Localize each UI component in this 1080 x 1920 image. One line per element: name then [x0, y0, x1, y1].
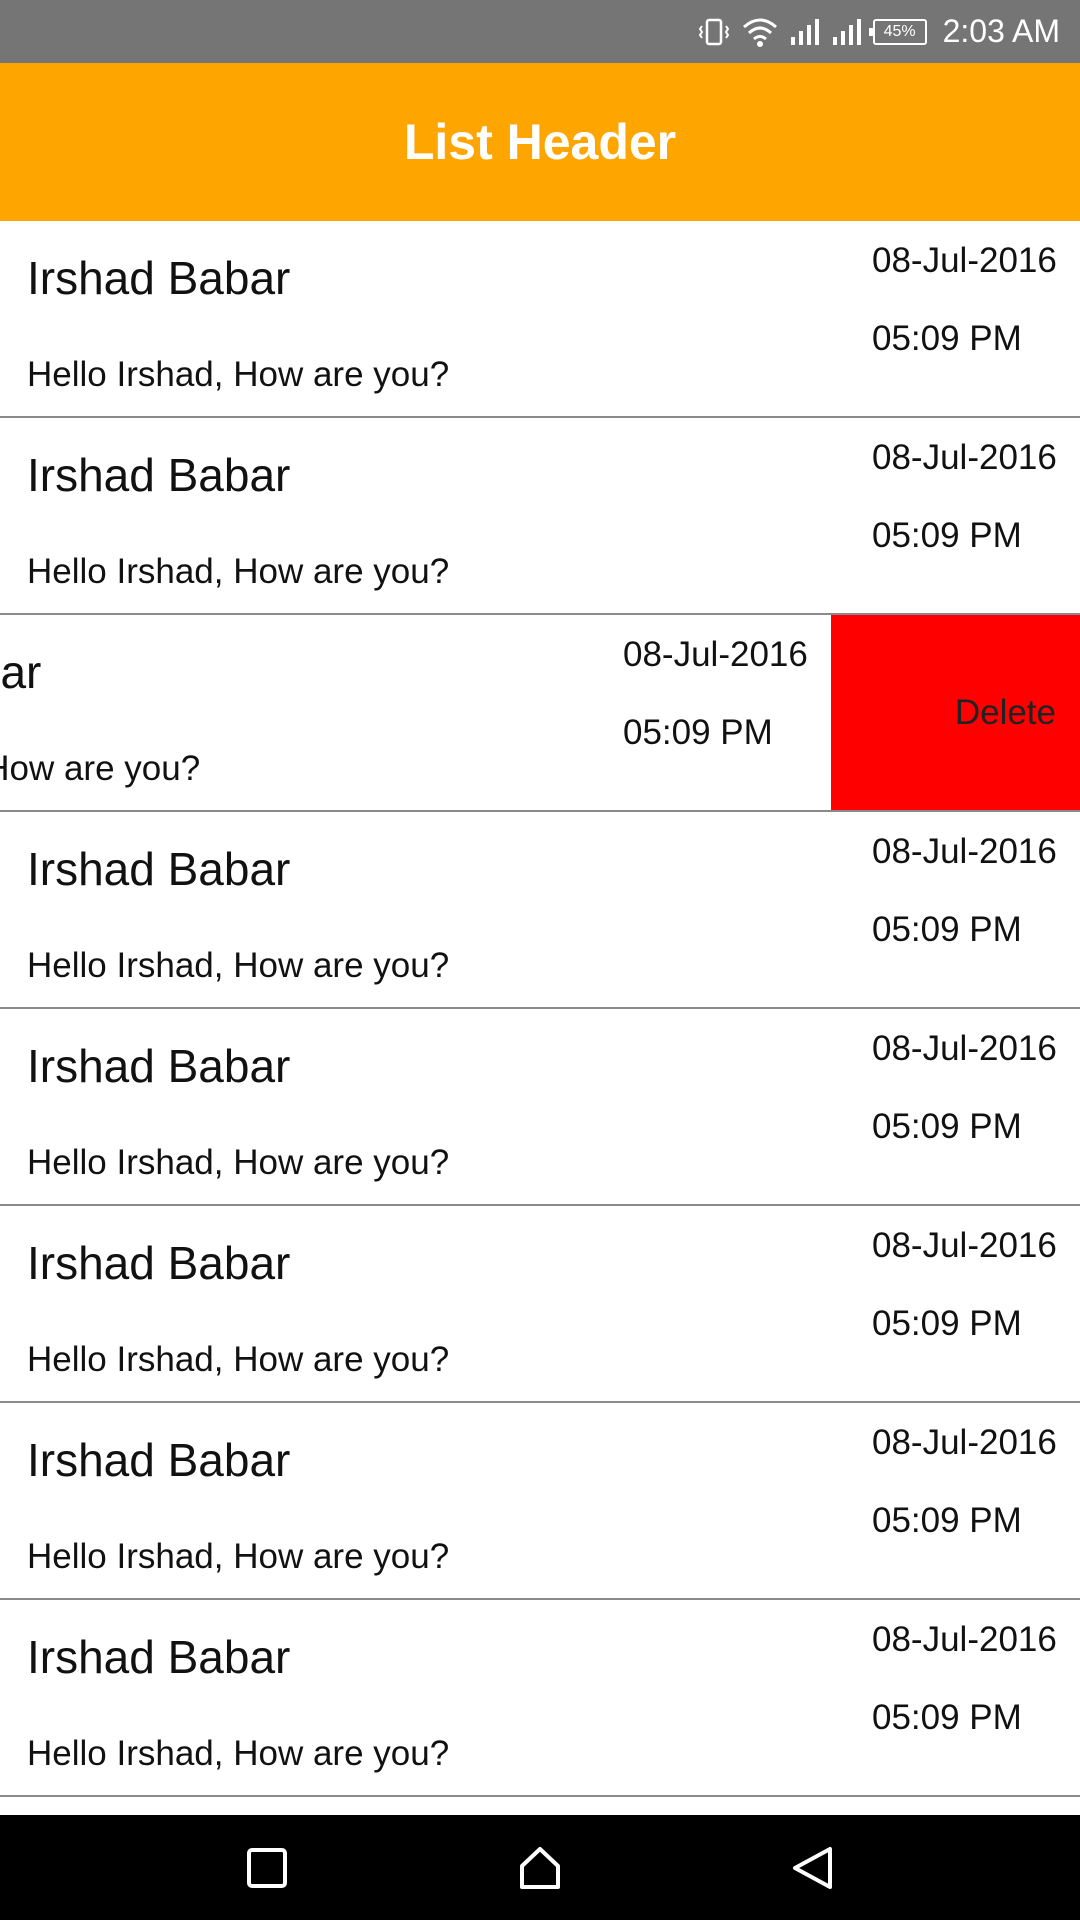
contact-name: Irshad Babar — [27, 1040, 291, 1092]
row-content[interactable]: Irshad Babar Hello Irshad, How are you? … — [0, 221, 1080, 416]
message-time: 05:09 PM — [623, 713, 773, 752]
message-time: 05:09 PM — [872, 910, 1022, 949]
status-bar: 45% 2:03 AM — [0, 0, 1080, 63]
battery-level: 45% — [883, 22, 916, 40]
message-date: 08-Jul-2016 — [872, 1620, 1057, 1659]
row-content[interactable]: Irshad Babar Hello Irshad, How are you? … — [0, 1206, 1080, 1401]
message-preview: Hello Irshad, How are you? — [27, 552, 450, 591]
list-item[interactable]: Irshad Babar Hello Irshad, How are you? … — [0, 221, 1080, 418]
contact-name: Irshad Babar — [27, 1237, 291, 1289]
contact-name: Irshad Babar — [27, 1631, 291, 1683]
signal-icon — [789, 17, 821, 47]
contact-name: Irshad Babar — [0, 646, 42, 698]
message-date: 08-Jul-2016 — [872, 1029, 1057, 1068]
message-date: 08-Jul-2016 — [623, 635, 808, 674]
list-item[interactable]: Irshad Babar Hello Irshad, How are you? … — [0, 1009, 1080, 1206]
status-time: 2:03 AM — [942, 13, 1060, 49]
message-preview: Hello Irshad, How are you? — [27, 355, 450, 394]
list-item[interactable]: Irshad Babar Hello Irshad, How are you? … — [0, 1206, 1080, 1403]
row-content[interactable]: Irshad Babar Hello Irshad, How are you? … — [0, 1009, 1080, 1204]
delete-button[interactable]: Delete — [831, 615, 1080, 810]
message-date: 08-Jul-2016 — [872, 832, 1057, 871]
wifi-icon — [741, 15, 779, 49]
list-item[interactable]: Irshad Babar Hello Irshad, How are you? … — [0, 1600, 1080, 1797]
message-time: 05:09 PM — [872, 319, 1022, 358]
vibrate-icon — [697, 15, 731, 49]
row-content[interactable]: Irshad Babar Hello Irshad, How are you? … — [0, 1403, 1080, 1598]
message-time: 05:09 PM — [872, 1698, 1022, 1737]
message-preview: Hello Irshad, How are you? — [27, 1340, 450, 1379]
back-icon[interactable] — [773, 1828, 853, 1908]
recents-icon[interactable] — [227, 1828, 307, 1908]
message-preview: Hello Irshad, How are you? — [27, 1143, 450, 1182]
row-content[interactable]: Irshad Babar Hello Irshad, How are you? … — [0, 812, 1080, 1007]
row-content[interactable]: Irshad Babar Hello Irshad, How are you? … — [0, 418, 1080, 613]
message-preview: Hello Irshad, How are you? — [27, 1734, 450, 1773]
message-date: 08-Jul-2016 — [872, 241, 1057, 280]
contact-name: Irshad Babar — [27, 1434, 291, 1486]
message-date: 08-Jul-2016 — [872, 1423, 1057, 1462]
row-content[interactable]: Irshad Babar Hello Irshad, How are you? … — [0, 1600, 1080, 1795]
message-preview: Hello Irshad, How are you? — [0, 749, 201, 788]
contact-name: Irshad Babar — [27, 449, 291, 501]
list-item[interactable]: Irshad Babar Hello Irshad, How are you? … — [0, 812, 1080, 1009]
list-item[interactable]: Irshad Babar Hello Irshad, How are you? … — [0, 1403, 1080, 1600]
message-preview: Hello Irshad, How are you? — [27, 946, 450, 985]
message-date: 08-Jul-2016 — [872, 1226, 1057, 1265]
signal-icon — [831, 17, 863, 47]
message-time: 05:09 PM — [872, 516, 1022, 555]
page-title: List Header — [403, 114, 677, 170]
delete-button-label: Delete — [954, 692, 1056, 732]
navigation-bar — [0, 1815, 1080, 1920]
row-content[interactable]: Irshad Babar Hello Irshad, How are you? … — [0, 615, 831, 810]
list-header: List Header — [0, 63, 1080, 221]
list-item[interactable]: Irshad Babar Hello Irshad, How are you? … — [0, 418, 1080, 615]
home-icon[interactable] — [500, 1828, 580, 1908]
contact-name: Irshad Babar — [27, 843, 291, 895]
message-list[interactable]: Irshad Babar Hello Irshad, How are you? … — [0, 221, 1080, 1815]
message-date: 08-Jul-2016 — [872, 438, 1057, 477]
list-item-swiped[interactable]: Irshad Babar Hello Irshad, How are you? … — [0, 615, 1080, 812]
message-time: 05:09 PM — [872, 1107, 1022, 1146]
battery-icon: 45% — [868, 18, 927, 45]
message-preview: Hello Irshad, How are you? — [27, 1537, 450, 1576]
message-time: 05:09 PM — [872, 1304, 1022, 1343]
message-time: 05:09 PM — [872, 1501, 1022, 1540]
contact-name: Irshad Babar — [27, 252, 291, 304]
